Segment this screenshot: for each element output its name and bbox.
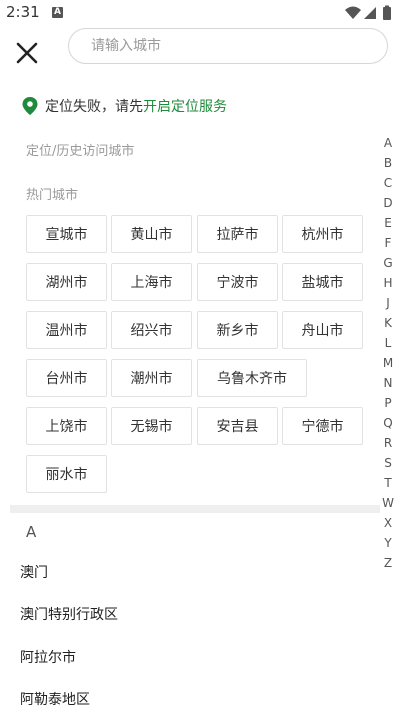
index-letter[interactable]: X	[378, 516, 398, 530]
hot-city-button[interactable]: 宁波市	[197, 263, 278, 301]
index-letter[interactable]: Y	[378, 536, 398, 550]
hot-city-button[interactable]: 安吉县	[197, 407, 278, 445]
search-box[interactable]	[68, 28, 388, 64]
index-letter[interactable]: Z	[378, 556, 398, 570]
location-status-text: 定位失败，请先	[45, 99, 143, 115]
index-letter[interactable]: P	[378, 396, 398, 410]
index-letter[interactable]: M	[378, 356, 398, 370]
hot-city-button[interactable]: 舟山市	[282, 311, 363, 349]
location-row: 定位失败，请先 开启定位服务	[22, 96, 227, 116]
hot-city-button[interactable]: 黄山市	[111, 215, 192, 253]
hot-city-button[interactable]: 潮州市	[111, 359, 192, 397]
index-letter[interactable]: D	[378, 196, 398, 210]
index-letter[interactable]: W	[378, 496, 398, 510]
index-letter[interactable]: A	[378, 136, 398, 150]
hot-city-button[interactable]: 上海市	[111, 263, 192, 301]
location-pin-icon	[22, 97, 38, 115]
hot-city-button[interactable]: 拉萨市	[197, 215, 278, 253]
enable-location-link[interactable]: 开启定位服务	[143, 96, 227, 116]
status-icons-svg	[345, 5, 391, 20]
list-item[interactable]: 澳门	[20, 562, 48, 582]
hot-city-button[interactable]: 无锡市	[111, 407, 192, 445]
list-item[interactable]: 澳门特别行政区	[20, 604, 118, 624]
hot-city-button[interactable]: 杭州市	[282, 215, 363, 253]
history-section-label: 定位/历史访问城市	[26, 144, 135, 159]
hot-city-button[interactable]: 乌鲁木齐市	[197, 359, 307, 397]
hot-city-button[interactable]: 上饶市	[26, 407, 107, 445]
status-time: 2:31	[6, 3, 40, 21]
hot-city-button[interactable]: 丽水市	[26, 455, 107, 493]
hot-city-button[interactable]: 湖州市	[26, 263, 107, 301]
hot-city-button[interactable]: 宣城市	[26, 215, 107, 253]
index-letter[interactable]: K	[378, 316, 398, 330]
status-bar: 2:31 A	[0, 0, 402, 26]
index-letter[interactable]: S	[378, 456, 398, 470]
index-letter[interactable]: N	[378, 376, 398, 390]
close-button[interactable]	[12, 38, 42, 68]
index-letter[interactable]: E	[378, 216, 398, 230]
index-letter[interactable]: H	[378, 276, 398, 290]
hot-city-button[interactable]: 台州市	[26, 359, 107, 397]
index-letter[interactable]: F	[378, 236, 398, 250]
wifi-icon	[345, 6, 361, 19]
index-letter[interactable]: T	[378, 476, 398, 490]
list-item[interactable]: 阿拉尔市	[20, 647, 76, 667]
hot-city-button[interactable]: 绍兴市	[111, 311, 192, 349]
signal-icon	[364, 7, 376, 19]
battery-icon	[383, 7, 391, 20]
index-letter[interactable]: B	[378, 156, 398, 170]
hot-city-button[interactable]: 新乡市	[197, 311, 278, 349]
section-divider	[10, 505, 380, 513]
hot-city-button[interactable]: 温州市	[26, 311, 107, 349]
index-letter[interactable]: R	[378, 436, 398, 450]
group-letter-header: A	[26, 523, 37, 541]
index-letter[interactable]: L	[378, 336, 398, 350]
index-letter[interactable]: C	[378, 176, 398, 190]
index-letter[interactable]: J	[378, 296, 398, 310]
status-icons	[344, 5, 394, 21]
list-item[interactable]: 阿勒泰地区	[20, 689, 90, 709]
hot-city-button[interactable]: 宁德市	[282, 407, 363, 445]
close-icon	[16, 42, 38, 64]
hot-city-button[interactable]: 盐城市	[282, 263, 363, 301]
notification-icon: A	[52, 7, 63, 18]
search-input[interactable]	[89, 37, 373, 55]
index-letter[interactable]: G	[378, 256, 398, 270]
index-letter[interactable]: Q	[378, 416, 398, 430]
hot-cities-label: 热门城市	[26, 188, 79, 203]
